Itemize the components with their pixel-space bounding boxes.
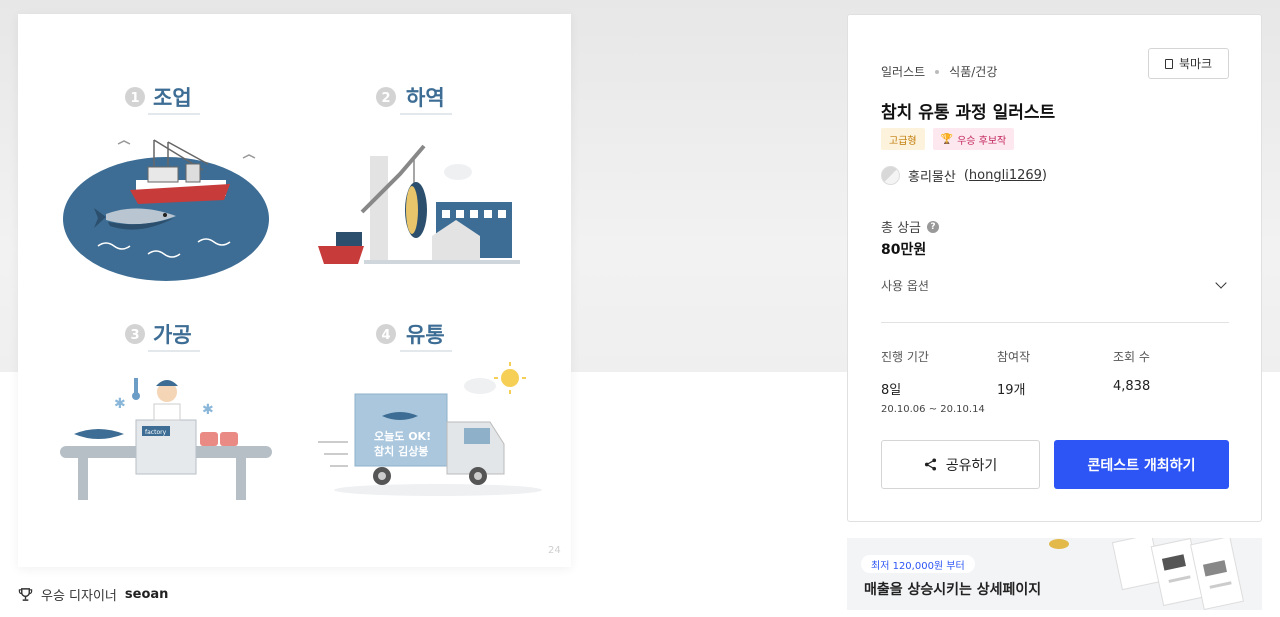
section-3-heading: 3 가공 bbox=[125, 323, 200, 352]
stat-period: 진행 기간 8일 20.10.06 ~ 20.10.14 bbox=[881, 348, 985, 415]
bookmark-button[interactable]: 북마크 bbox=[1148, 48, 1229, 79]
artwork-corner-mark: 24 bbox=[548, 545, 561, 556]
stat-participants-value: 19개 bbox=[997, 383, 1026, 398]
svg-text:✱: ✱ bbox=[202, 402, 214, 418]
stat-period-value: 8일 bbox=[881, 383, 902, 398]
promo-banner[interactable]: 최저 120,000원 부터 매출을 상승시키는 상세페이지 bbox=[847, 538, 1262, 610]
badge-group: 고급형 🏆 우승 후보작 bbox=[881, 128, 1015, 150]
banner-price-pill: 최저 120,000원 부터 bbox=[861, 555, 975, 573]
prize-value: 80만원 bbox=[881, 242, 927, 258]
usage-options-toggle[interactable]: 사용 옵션 bbox=[881, 274, 1229, 296]
fishing-scene bbox=[63, 139, 269, 281]
section-4-heading: 4 유통 bbox=[376, 323, 452, 352]
chevron-down-icon bbox=[1215, 277, 1227, 289]
breadcrumb-item-illustration[interactable]: 일러스트 bbox=[881, 63, 925, 80]
breadcrumb: 일러스트 식품/건강 bbox=[881, 63, 997, 80]
avatar bbox=[881, 166, 900, 185]
unloading-scene bbox=[318, 144, 520, 264]
svg-text:factory: factory bbox=[145, 429, 167, 436]
breadcrumb-separator bbox=[935, 69, 940, 74]
svg-text:2: 2 bbox=[381, 91, 390, 106]
host-handle-link[interactable]: hongli1269 bbox=[969, 168, 1042, 183]
winner-candidate-label: 우승 후보작 bbox=[957, 135, 1007, 147]
banner-headline: 매출을 상승시키는 상세페이지 bbox=[864, 582, 1042, 598]
trophy-icon bbox=[18, 587, 33, 601]
svg-text:1: 1 bbox=[130, 91, 139, 106]
svg-text:유통: 유통 bbox=[406, 323, 445, 347]
stat-participants-label: 참여작 bbox=[997, 350, 1031, 364]
trophy-icon: 🏆 bbox=[940, 133, 954, 145]
stat-views: 조회 수 4,838 bbox=[1113, 348, 1150, 394]
svg-text:✱: ✱ bbox=[114, 396, 126, 412]
winner-prefix: 우승 디자이너 bbox=[41, 588, 117, 604]
svg-text:조업: 조업 bbox=[153, 86, 192, 110]
banner-mockup-image bbox=[1049, 538, 1245, 610]
svg-text:가공: 가공 bbox=[153, 323, 192, 347]
winner-designer: 우승 디자이너 seoan bbox=[18, 584, 168, 604]
processing-scene: factory ✱ ✱ bbox=[60, 378, 272, 500]
host-contest-button[interactable]: 콘테스트 개최하기 bbox=[1054, 440, 1229, 489]
help-icon[interactable]: ? bbox=[927, 220, 940, 233]
svg-text:3: 3 bbox=[130, 328, 139, 343]
share-label: 공유하기 bbox=[945, 457, 998, 474]
host-name: 홍리물산 bbox=[908, 170, 956, 185]
winner-candidate-badge: 🏆 우승 후보작 bbox=[932, 128, 1015, 150]
divider bbox=[881, 322, 1229, 323]
stat-views-value: 4,838 bbox=[1113, 379, 1151, 394]
svg-text:4: 4 bbox=[381, 328, 390, 343]
contest-artwork[interactable]: 1 조업 2 하역 3 가공 factory ✱ ✱ 4 유통 오늘도 OK! … bbox=[18, 14, 571, 567]
breadcrumb-item-food-health[interactable]: 식품/건강 bbox=[949, 63, 997, 80]
section-1-heading: 1 조업 bbox=[125, 86, 200, 115]
share-icon bbox=[924, 458, 936, 471]
tuna-process-illustration: 1 조업 2 하역 3 가공 factory ✱ ✱ 4 유통 오늘도 OK! … bbox=[60, 86, 561, 556]
svg-text:오늘도 OK!: 오늘도 OK! bbox=[374, 430, 431, 443]
contest-title: 참치 유통 과정 일러스트 bbox=[881, 103, 1056, 123]
winner-name[interactable]: seoan bbox=[125, 587, 169, 602]
prize-label: 총 상금 bbox=[881, 221, 922, 236]
svg-text:참치 김상봉: 참치 김상봉 bbox=[374, 444, 428, 458]
svg-text:하역: 하역 bbox=[406, 86, 445, 110]
share-button[interactable]: 공유하기 bbox=[881, 440, 1040, 489]
bookmark-icon bbox=[1164, 58, 1173, 69]
stat-period-label: 진행 기간 bbox=[881, 350, 929, 364]
stat-period-range: 20.10.06 ~ 20.10.14 bbox=[881, 404, 985, 415]
usage-options-label: 사용 옵션 bbox=[881, 278, 929, 293]
contest-info-card: 일러스트 식품/건강 북마크 참치 유통 과정 일러스트 고급형 🏆 우승 후보… bbox=[847, 14, 1262, 522]
bookmark-label: 북마크 bbox=[1178, 57, 1213, 71]
stat-views-label: 조회 수 bbox=[1113, 350, 1150, 364]
distribution-scene: 오늘도 OK! 참치 김상봉 bbox=[318, 362, 542, 496]
stat-participants: 참여작 19개 bbox=[997, 348, 1030, 398]
premium-badge: 고급형 bbox=[881, 128, 925, 150]
section-2-heading: 2 하역 bbox=[376, 86, 452, 115]
prize-label-row: 총 상금 ? bbox=[881, 217, 940, 236]
contest-host: 홍리물산 (hongli1269) bbox=[881, 166, 1047, 185]
